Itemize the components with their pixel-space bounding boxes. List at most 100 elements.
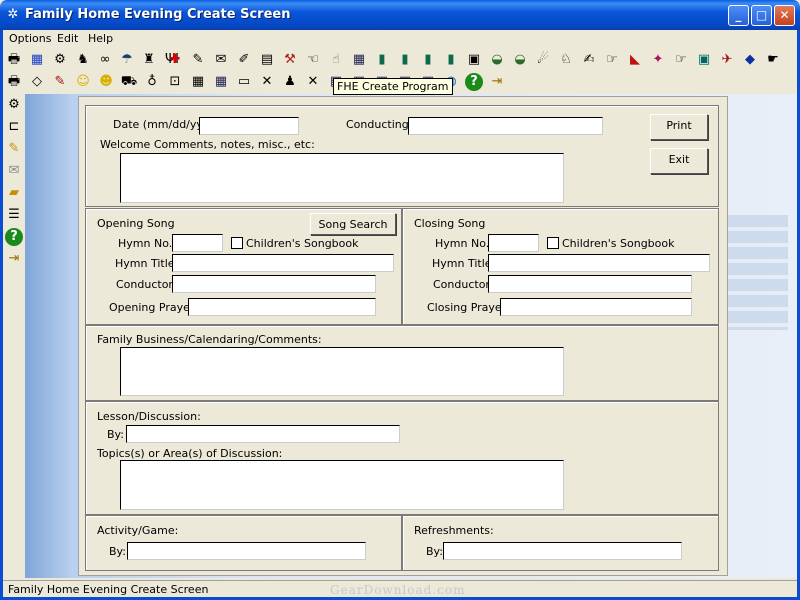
first-aid-icon[interactable]: ✚ [166, 51, 184, 69]
lesson-by-label: By: [107, 428, 124, 441]
tools-icon[interactable]: ⚒ [281, 51, 299, 69]
closing-childrens-label: Children's Songbook [562, 237, 675, 250]
writing-icon[interactable]: ✍ [580, 51, 598, 69]
folder-icon[interactable]: ▰ [5, 184, 23, 202]
shoe-icon[interactable]: ◒ [488, 51, 506, 69]
close-button[interactable]: ✕ [774, 5, 795, 26]
eraser-icon[interactable]: ◇ [28, 73, 46, 91]
temple-icon[interactable]: ♜ [140, 51, 158, 69]
hand-icon[interactable]: ☛ [764, 51, 782, 69]
refreshments-section: Refreshments: By: [402, 515, 719, 571]
cart-icon[interactable]: ⛟ [120, 73, 138, 91]
date-field[interactable] [199, 117, 299, 135]
pencil-icon[interactable]: ✎ [5, 140, 23, 158]
grid-icon[interactable]: ▦ [189, 73, 207, 91]
pointer-icon[interactable]: ☞ [603, 51, 621, 69]
lesson-by-field[interactable] [126, 425, 400, 443]
closing-song-heading: Closing Song [414, 217, 486, 230]
smiley-icon[interactable]: ☺ [74, 73, 92, 91]
calendar-grid-icon[interactable]: ▦ [350, 51, 368, 69]
paint-icon[interactable]: ✎ [51, 73, 69, 91]
hand-icon[interactable]: ☝ [327, 51, 345, 69]
song-search-button[interactable]: Song Search [310, 213, 396, 235]
book-icon[interactable]: ▮ [442, 51, 460, 69]
opening-childrens-checkbox[interactable] [231, 237, 243, 249]
envelope-icon[interactable]: ✉ [212, 51, 230, 69]
flag-icon[interactable]: ▦ [28, 51, 46, 69]
shoe-icon[interactable]: ◒ [511, 51, 529, 69]
closing-hymn-no-field[interactable] [488, 234, 539, 252]
bell-icon[interactable]: ♁ [143, 73, 161, 91]
book-icon[interactable]: ▮ [396, 51, 414, 69]
family-business-label: Family Business/Calendaring/Comments: [97, 333, 322, 346]
folder-icon[interactable]: ⊏ [5, 118, 23, 136]
edit-icon[interactable]: ✎ [189, 51, 207, 69]
smiley-icon[interactable]: ☻ [97, 73, 115, 91]
family-business-textarea[interactable] [120, 347, 564, 396]
menu-help[interactable]: Help [88, 32, 113, 45]
menu-edit[interactable]: Edit [57, 32, 78, 45]
opening-prayer-field[interactable] [188, 298, 376, 316]
calendar-icon[interactable]: ▤ [258, 51, 276, 69]
menu-options[interactable]: Options [9, 32, 51, 45]
activity-section: Activity/Game: By: [85, 515, 402, 571]
gear-icon[interactable]: ⚙ [51, 51, 69, 69]
bird-icon[interactable]: ✦ [649, 51, 667, 69]
maximize-button[interactable]: □ [751, 5, 772, 26]
refreshments-by-field[interactable] [443, 542, 682, 560]
closing-childrens-checkbox[interactable] [547, 237, 559, 249]
person-icon[interactable]: ♟ [281, 73, 299, 91]
gears-icon[interactable]: ⚙ [5, 96, 23, 114]
book-icon[interactable]: ▭ [235, 73, 253, 91]
topics-textarea[interactable] [120, 460, 564, 510]
binoculars-icon[interactable]: ∞ [96, 51, 114, 69]
grid-icon[interactable]: ▦ [212, 73, 230, 91]
help-icon[interactable]: ? [5, 228, 23, 246]
conducting-label: Conducting: [346, 118, 413, 131]
pencil-icon[interactable]: ✐ [235, 51, 253, 69]
cross-icon[interactable]: ✕ [258, 73, 276, 91]
airplane-icon[interactable]: ✈ [718, 51, 736, 69]
horse-icon[interactable]: ♘ [557, 51, 575, 69]
conducting-field[interactable] [408, 117, 603, 135]
print-button[interactable]: Print [650, 114, 708, 140]
title-bar: ✲ Family Home Evening Create Screen _ □ … [0, 0, 800, 30]
lock-icon[interactable]: ⊡ [166, 73, 184, 91]
printer-icon[interactable]: 🖶 [5, 73, 23, 91]
exit-icon[interactable]: ⇥ [488, 73, 506, 91]
closing-prayer-field[interactable] [500, 298, 692, 316]
topics-label: Topics(s) or Area(s) of Discussion: [97, 447, 283, 460]
welcome-textarea[interactable] [120, 153, 564, 203]
envelope-icon[interactable]: ✉ [5, 162, 23, 180]
book-icon[interactable]: ◣ [626, 51, 644, 69]
printer-icon[interactable]: 🖶 [5, 51, 23, 69]
umbrella-icon[interactable]: ☂ [118, 51, 136, 69]
app-icon[interactable]: ✲ [5, 7, 21, 23]
eraser-icon[interactable]: ◆ [741, 51, 759, 69]
opening-conductor-field[interactable] [172, 275, 376, 293]
opening-childrens-label: Children's Songbook [246, 237, 359, 250]
book-icon[interactable]: ▮ [419, 51, 437, 69]
lesson-label: Lesson/Discussion: [97, 410, 201, 423]
activity-by-field[interactable] [127, 542, 366, 560]
horse-icon[interactable]: ♞ [74, 51, 92, 69]
calculator-icon[interactable]: ▣ [465, 51, 483, 69]
exit-button[interactable]: Exit [650, 148, 708, 174]
closing-hymn-title-field[interactable] [488, 254, 710, 272]
closing-conductor-field[interactable] [488, 275, 692, 293]
activity-by-label: By: [109, 545, 126, 558]
hand-icon[interactable]: ☜ [304, 51, 322, 69]
toolbar-tooltip: FHE Create Program [333, 78, 453, 95]
exit-icon[interactable]: ⇥ [5, 250, 23, 268]
refreshments-by-label: By: [426, 545, 443, 558]
tools-icon[interactable]: ☰ [5, 206, 23, 224]
opening-hymn-title-field[interactable] [172, 254, 394, 272]
book-icon[interactable]: ▮ [373, 51, 391, 69]
minimize-button[interactable]: _ [728, 5, 749, 26]
cross-icon[interactable]: ✕ [304, 73, 322, 91]
picture-icon[interactable]: ▣ [695, 51, 713, 69]
pointer-icon[interactable]: ☞ [672, 51, 690, 69]
opening-hymn-no-field[interactable] [172, 234, 223, 252]
owl-icon[interactable]: ☄ [534, 51, 552, 69]
help-icon[interactable]: ? [465, 73, 483, 91]
